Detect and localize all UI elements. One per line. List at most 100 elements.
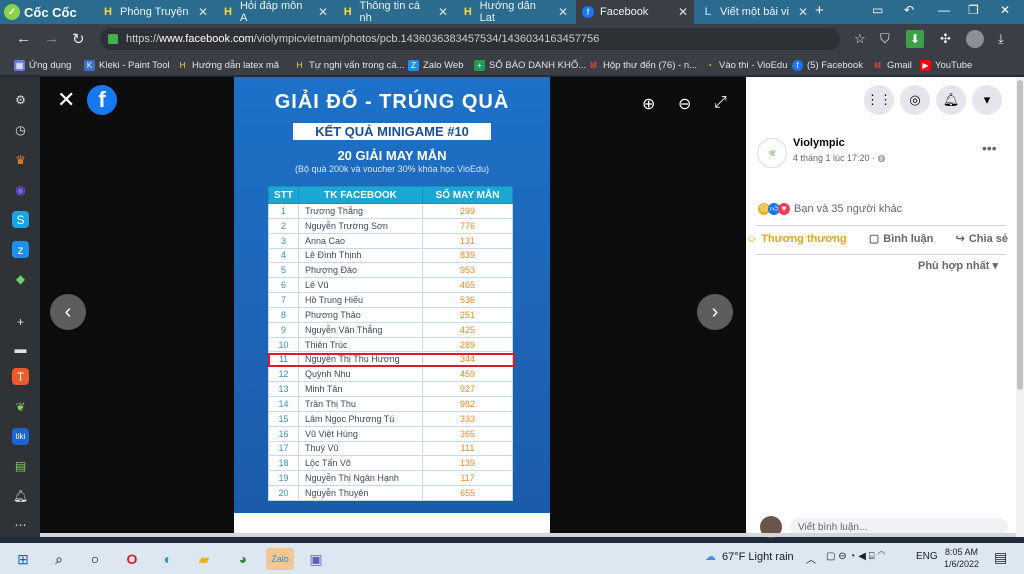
bookmark-apps[interactable]: ▦ Ứng dụng (14, 57, 71, 73)
minus-icon[interactable]: ▬ (12, 340, 29, 357)
crown-icon[interactable]: ♛ (12, 151, 29, 168)
bookmark-kleki[interactable]: K Kleki - Paint Tool (84, 57, 170, 73)
opera-icon[interactable]: O (121, 548, 143, 570)
tab-label: Hướng dẫn Lat (479, 0, 536, 24)
input-language[interactable]: ENG (916, 551, 938, 562)
page-avatar[interactable]: 🌿︎ (757, 138, 787, 168)
downloads-icon[interactable]: ⤓ (998, 31, 1004, 47)
more-dots-icon[interactable]: ⋯ (12, 516, 29, 533)
close-icon[interactable]: ✕ (558, 5, 568, 19)
teams-icon[interactable]: ▣ (305, 548, 327, 570)
notification-center-icon[interactable]: ▤ (994, 549, 1007, 566)
leaf-icon[interactable]: ❦ (12, 398, 29, 415)
reactions-summary[interactable]: ☹ 👍︎ ♥ Bạn và 35 người khác (758, 203, 902, 215)
close-viewer-button[interactable]: ✕ (57, 87, 75, 113)
bookmark-so-bao-danh[interactable]: + SỔ BÁO DANH KHỐ... (474, 57, 586, 73)
download-icon[interactable]: ⬇ (906, 30, 924, 48)
settings-icon[interactable]: ⚙ (12, 91, 29, 108)
bookmark-facebook[interactable]: f (5) Facebook (792, 57, 863, 73)
weather-widget[interactable]: ☁ 67°F Light rain (705, 550, 794, 564)
screenshot-icon[interactable]: ▭ (872, 3, 883, 17)
restore-button[interactable]: ❐ (968, 3, 979, 17)
close-icon[interactable]: ✕ (678, 5, 688, 19)
scrollbar-thumb[interactable] (1017, 80, 1023, 390)
coccoc-taskbar-icon[interactable]: ◕ (232, 548, 254, 570)
reload-button[interactable]: ↻ (72, 30, 85, 48)
tet-icon[interactable]: T (12, 368, 29, 385)
bookmark-tu-nghi-van[interactable]: H Tự nghị vấn trong cá... (294, 57, 405, 73)
back-button[interactable]: ← (16, 30, 31, 47)
horizontal-scrollbar[interactable] (40, 533, 1016, 537)
tiki-icon[interactable]: tiki (12, 428, 29, 445)
extensions-icon[interactable]: ✣ (940, 31, 951, 47)
messenger-icon[interactable]: ◎ (900, 85, 930, 115)
react-button[interactable]: ☺ Thương thương (746, 232, 847, 245)
close-icon[interactable]: ✕ (318, 5, 328, 19)
calendar-icon[interactable]: ▤ (12, 457, 29, 474)
photo-result-banner: KẾT QUẢ MINIGAME #10 (293, 123, 491, 140)
zoom-out-icon[interactable]: ⊖ (678, 94, 691, 114)
profile-avatar[interactable] (966, 30, 984, 48)
lucky-number-cell: 655 (422, 485, 513, 501)
zoom-in-icon[interactable]: ⊕ (642, 94, 655, 114)
history-icon[interactable]: ◷ (12, 121, 29, 138)
tab-viet-bai[interactable]: L Viết một bài vi ✕ (696, 0, 814, 24)
tray-chevron-icon[interactable]: ︿ (806, 551, 816, 566)
menu-grid-icon[interactable]: ⋮⋮ (864, 85, 894, 115)
facebook-logo-icon[interactable]: f (87, 85, 117, 115)
next-photo-button[interactable]: › (697, 294, 733, 330)
star-icon[interactable]: ☆ (854, 31, 866, 47)
close-icon[interactable]: ✕ (198, 5, 208, 19)
fullscreen-icon[interactable]: ⤢ (714, 94, 727, 112)
tab-facebook[interactable]: f Facebook ✕ (576, 0, 694, 24)
close-window-button[interactable]: ✕ (1000, 3, 1010, 17)
photo-title: GIẢI ĐỐ - TRÚNG QUÀ (274, 91, 510, 113)
system-clock[interactable]: 8:05 AM 1/6/2022 (944, 546, 979, 570)
bookmark-gmail[interactable]: M Gmail (872, 57, 912, 73)
tray-icons[interactable]: ▢ ⊖ ◔ ◀︎ ⌸ ◠ (826, 551, 885, 562)
post-options-button[interactable]: ••• (982, 140, 997, 156)
notifications-icon[interactable]: 🔔︎ (936, 85, 966, 115)
skype-icon[interactable]: S (12, 211, 29, 228)
bookmark-vioedu[interactable]: ◔ Vào thi - VioEdu (704, 57, 787, 73)
tab-huong-dan[interactable]: H Hướng dẫn Lat ✕ (456, 0, 574, 24)
share-button[interactable]: ↪ Chia sẻ (956, 232, 1008, 246)
tab-hoi-dap[interactable]: H Hỏi đáp môn A ✕ (216, 0, 334, 24)
bell-icon[interactable]: 🔔︎ (12, 487, 29, 504)
bookmark-latex[interactable]: H Hướng dẫn latex mã (177, 57, 279, 73)
page-name[interactable]: Violympic (793, 137, 845, 149)
row-number-cell: 12 (268, 366, 299, 383)
comment-sort-dropdown[interactable]: Phù hợp nhất ▾ (918, 259, 998, 272)
zalo-icon[interactable]: z (12, 241, 29, 258)
new-tab-button[interactable]: + (815, 2, 824, 19)
forward-button[interactable]: → (44, 30, 59, 47)
previous-photo-button[interactable]: ‹ (50, 294, 86, 330)
lucky-number-cell: 839 (422, 247, 513, 264)
add-icon[interactable]: + (12, 313, 29, 330)
close-icon[interactable]: ✕ (798, 5, 808, 19)
bookmark-zalo[interactable]: Z Zalo Web (408, 57, 463, 73)
bookmark-gmail-inbox[interactable]: M Hộp thư đến (76) - n... (588, 57, 697, 73)
windows-start-icon[interactable]: ⊞ (12, 548, 34, 570)
tab-thong-tin[interactable]: H Thông tin cá nh ✕ (336, 0, 454, 24)
task-view-icon[interactable]: ○ (84, 548, 106, 570)
edge-icon[interactable]: ◐ (157, 548, 179, 570)
account-menu-icon[interactable]: ▾ (972, 85, 1002, 115)
browser-brand[interactable]: ✓ Cốc Cốc (4, 0, 77, 24)
tab-phong-truyen[interactable]: H Phòng Truyện ✕ (96, 0, 214, 24)
kleki-icon: K (84, 59, 95, 71)
bookmark-youtube[interactable]: ▶ YouTube (920, 57, 972, 73)
post-date[interactable]: 4 tháng 1 lúc 17:20 · ◍ (793, 153, 885, 164)
close-icon[interactable]: ✕ (438, 5, 448, 19)
comment-button[interactable]: ▢ Bình luận (869, 232, 934, 246)
messenger-icon[interactable]: ◉ (12, 181, 29, 198)
lucky-number-cell: 459 (422, 366, 513, 383)
undo-icon[interactable]: ↶ (904, 3, 914, 17)
zalo-taskbar-icon[interactable]: Zalo (266, 548, 294, 570)
minimize-button[interactable]: — (938, 3, 950, 17)
shield-icon[interactable]: ⛉ (880, 31, 890, 47)
file-explorer-icon[interactable]: ▰ (193, 548, 215, 570)
search-icon[interactable]: ⌕ (48, 548, 70, 570)
url-field[interactable]: https://www.facebook.com/violympicvietna… (100, 28, 840, 50)
game-icon[interactable]: ◆ (12, 270, 29, 287)
